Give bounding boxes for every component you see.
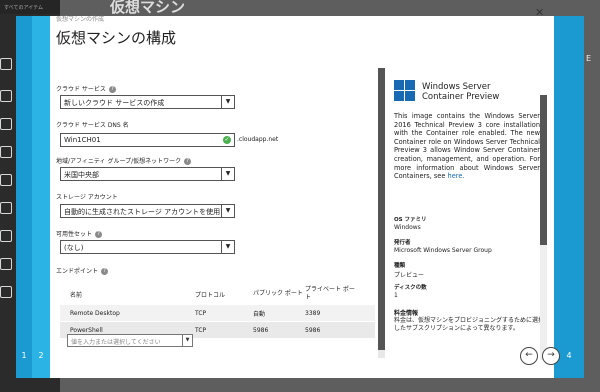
breadcrumb: 仮想マシンの作成: [56, 16, 105, 23]
more-info-link[interactable]: here.: [448, 172, 465, 180]
image-info-panel: Windows Server Container Preview This im…: [390, 58, 548, 348]
column-header: プロトコル: [195, 291, 226, 299]
table-header: 名前 プロトコル パブリック ポート プライベート ポート: [60, 283, 375, 305]
dns-name-input[interactable]: Win1CH01 ✓: [60, 133, 235, 147]
availability-select[interactable]: (なし) ▼: [60, 240, 235, 254]
help-icon[interactable]: ?: [108, 86, 116, 93]
windows-logo-icon: [394, 80, 416, 102]
cloud-service-label: クラウド サービス?: [56, 84, 116, 93]
endpoint-protocol: TCP: [195, 309, 207, 317]
os-family-value: Windows: [394, 224, 421, 231]
cloud-service-select[interactable]: 新しいクラウド サービスの作成 ▼: [60, 95, 235, 109]
logo-pane: [394, 80, 404, 90]
storage-label: ストレージ アカウント: [56, 194, 118, 201]
column-header: パブリック ポート: [253, 290, 303, 297]
endpoints-label: エンドポイント?: [56, 266, 109, 275]
arrow-left-icon[interactable]: ←: [520, 347, 538, 365]
publisher-label: 発行者: [394, 240, 411, 246]
chevron-down-icon: ▼: [221, 205, 234, 217]
type-label: 種類: [394, 263, 406, 269]
help-icon[interactable]: ?: [95, 231, 103, 238]
disks-value: 1: [394, 292, 398, 299]
type-value: プレビュー: [394, 272, 425, 279]
region-label: 地域/アフィニティ グループ/仮想ネットワーク?: [56, 156, 192, 165]
chevron-down-icon: ▼: [182, 335, 192, 346]
endpoint-name: Remote Desktop: [70, 309, 120, 317]
step-2[interactable]: 2: [32, 16, 50, 378]
scrollbar-thumb[interactable]: [378, 68, 385, 350]
product-name: Windows Server Container Preview: [422, 82, 500, 102]
publisher-value: Microsoft Windows Server Group: [394, 247, 492, 254]
step-1[interactable]: 1: [16, 16, 32, 378]
portal-right-text: E: [586, 54, 592, 63]
endpoint-private-port: 5986: [305, 326, 321, 334]
page-title: 仮想マシンの構成: [56, 29, 177, 47]
pricing-label: 料金情報: [394, 310, 419, 317]
help-icon[interactable]: ?: [101, 268, 109, 275]
table-row[interactable]: Remote Desktop TCP 自動 3389: [60, 305, 375, 321]
endpoint-combo-input[interactable]: 値を入力または選択してください ▼: [67, 334, 193, 347]
endpoint-public-port: 自動: [253, 310, 266, 318]
chevron-down-icon: ▼: [221, 168, 234, 180]
column-header: プライベート ポート: [305, 286, 355, 301]
nav-icon[interactable]: [0, 90, 12, 102]
close-icon[interactable]: ✕: [535, 6, 544, 19]
chevron-down-icon: ▼: [221, 241, 234, 253]
nav-icon[interactable]: [0, 258, 12, 270]
nav-icon[interactable]: [0, 174, 12, 186]
region-select[interactable]: 米国中央部 ▼: [60, 167, 235, 181]
endpoint-private-port: 3389: [305, 309, 321, 317]
availability-label: 可用性セット?: [56, 229, 103, 238]
os-family-label: OS ファミリ: [394, 217, 427, 223]
image-description: This image contains the Windows Server 2…: [394, 112, 540, 181]
step-2-number: 2: [38, 351, 44, 360]
disks-label: ディスクの数: [394, 285, 427, 291]
endpoint-public-port: 5986: [253, 326, 269, 334]
endpoint-name: PowerShell: [70, 326, 103, 334]
info-scrollbar[interactable]: [540, 95, 547, 360]
nav-icon[interactable]: [0, 146, 12, 158]
scrollbar-thumb[interactable]: [540, 95, 547, 245]
all-items-label[interactable]: すべてのアイテム: [0, 0, 60, 14]
dns-suffix: .cloudapp.net: [237, 136, 279, 143]
wizard-steps-left: 1 2: [16, 16, 50, 378]
logo-pane: [405, 80, 415, 90]
column-header: 名前: [70, 291, 83, 299]
chevron-down-icon: ▼: [221, 96, 234, 108]
step-1-number: 1: [21, 351, 27, 360]
endpoint-protocol: TCP: [195, 326, 207, 334]
nav-icon[interactable]: [0, 58, 12, 70]
endpoints-table: 名前 プロトコル パブリック ポート プライベート ポート Remote Des…: [60, 283, 375, 339]
arrow-right-icon[interactable]: →: [542, 347, 560, 365]
pricing-text: 料金は、仮想マシンをプロビジョニングするために選択したサブスクリプションによって…: [394, 317, 545, 332]
logo-pane: [405, 91, 415, 101]
form-scrollbar[interactable]: [378, 68, 385, 358]
checkmark-icon: ✓: [223, 136, 231, 144]
step-4[interactable]: 4: [554, 16, 584, 378]
dns-name-label: クラウド サービス DNS 名: [56, 122, 129, 129]
storage-select[interactable]: 自動的に生成されたストレージ アカウントを使用 ▼: [60, 204, 235, 218]
help-icon[interactable]: ?: [184, 158, 192, 165]
logo-pane: [394, 91, 404, 101]
nav-icon[interactable]: [0, 118, 12, 130]
nav-icon[interactable]: [0, 202, 12, 214]
nav-icon[interactable]: [0, 286, 12, 298]
portal-heading: 仮想マシン: [110, 0, 186, 16]
nav-icon[interactable]: [0, 230, 12, 242]
